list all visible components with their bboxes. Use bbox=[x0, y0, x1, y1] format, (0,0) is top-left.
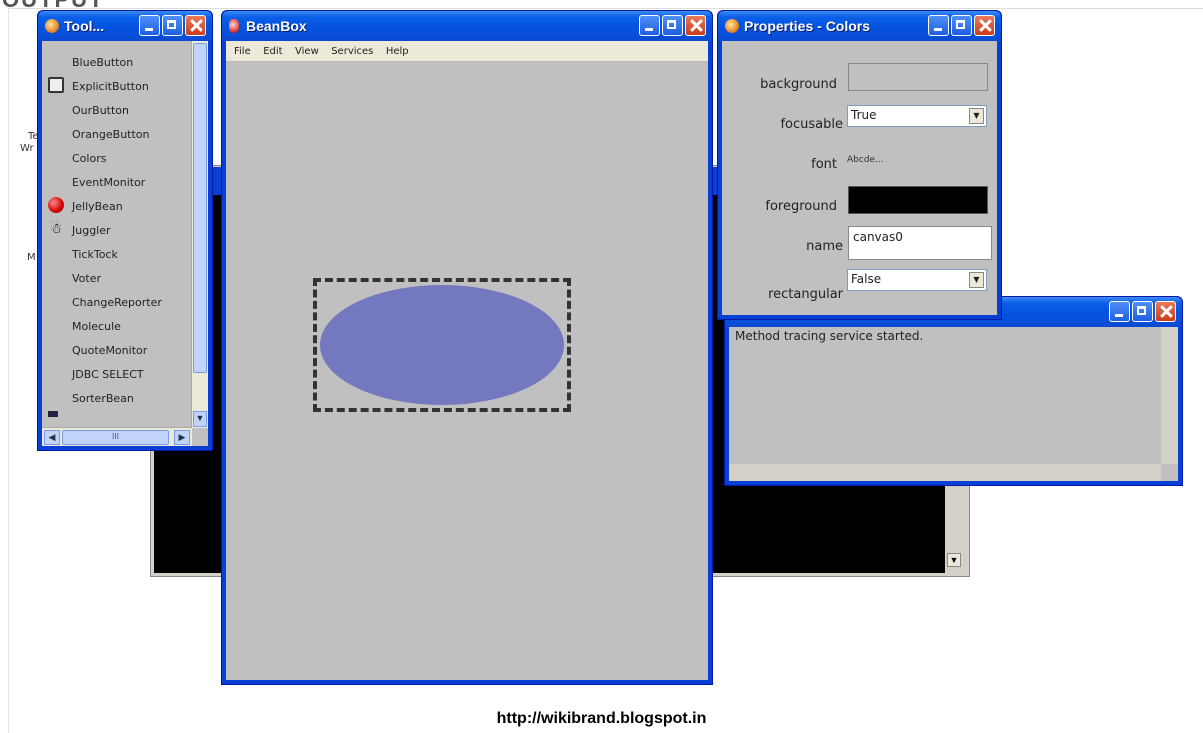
menu-bar: File Edit View Services Help bbox=[226, 41, 708, 62]
toolbox-vertical-scrollbar[interactable]: ▼ bbox=[191, 41, 208, 428]
toolbox-item[interactable]: QuoteMonitor bbox=[72, 344, 147, 357]
properties-client: background focusable True ▼ font Abcde..… bbox=[722, 41, 997, 315]
divider bbox=[8, 8, 9, 733]
tracer-client: Method tracing service started. bbox=[729, 327, 1178, 481]
window-title: BeanBox bbox=[246, 18, 307, 34]
toolbox-item[interactable]: BlueButton bbox=[72, 56, 133, 69]
trace-text-area[interactable]: Method tracing service started. bbox=[729, 327, 1178, 481]
juggler-icon: ☃ bbox=[49, 220, 63, 236]
java-cup-icon bbox=[725, 19, 739, 33]
window-title: Tool... bbox=[64, 18, 105, 34]
toolbox-client: BlueButton ExplicitButton OurButton Oran… bbox=[42, 41, 208, 446]
property-label: foreground bbox=[765, 199, 837, 214]
minimize-button[interactable] bbox=[639, 15, 660, 36]
toolbox-item[interactable]: Molecule bbox=[72, 320, 121, 333]
bean-icon bbox=[229, 19, 239, 33]
menu-file[interactable]: File bbox=[234, 42, 251, 62]
property-label: font bbox=[811, 157, 837, 172]
minimize-button[interactable] bbox=[1109, 301, 1130, 322]
property-label: focusable bbox=[780, 117, 843, 132]
footer-url[interactable]: http://wikibrand.blogspot.in bbox=[0, 710, 1203, 728]
close-button[interactable] bbox=[185, 15, 206, 36]
method-tracer-window: Method tracing service started. bbox=[724, 296, 1183, 486]
rectangular-dropdown[interactable]: False ▼ bbox=[847, 269, 987, 291]
colors-bean-oval[interactable] bbox=[320, 285, 564, 405]
bg-text-fragment: M bbox=[27, 252, 36, 263]
foreground-color-swatch[interactable] bbox=[848, 186, 988, 214]
background-color-swatch[interactable] bbox=[848, 63, 988, 91]
scroll-down-arrow-icon[interactable]: ▼ bbox=[193, 411, 207, 427]
focusable-dropdown[interactable]: True ▼ bbox=[847, 105, 987, 127]
toolbox-titlebar[interactable]: Tool... bbox=[38, 11, 212, 41]
beanbox-client: File Edit View Services Help bbox=[226, 41, 708, 680]
maximize-button[interactable] bbox=[662, 15, 683, 36]
toolbox-item[interactable]: Juggler bbox=[72, 224, 111, 237]
toolbox-horizontal-scrollbar[interactable]: ◀ III ▶ bbox=[42, 427, 192, 446]
name-text-field[interactable]: canvas0 bbox=[848, 226, 992, 260]
jellybean-icon bbox=[48, 197, 64, 213]
toolbox-item[interactable]: SorterBean bbox=[72, 392, 134, 405]
trace-horizontal-scrollbar[interactable] bbox=[729, 464, 1161, 481]
minimize-button[interactable] bbox=[928, 15, 949, 36]
menu-edit[interactable]: Edit bbox=[263, 42, 282, 62]
toolbox-item[interactable]: TickTock bbox=[72, 248, 118, 261]
toolbox-item[interactable]: ChangeReporter bbox=[72, 296, 162, 309]
toolbox-item[interactable]: Voter bbox=[72, 272, 101, 285]
toolbox-item[interactable]: OurButton bbox=[72, 104, 129, 117]
font-value[interactable]: Abcde... bbox=[847, 155, 884, 165]
close-button[interactable] bbox=[974, 15, 995, 36]
scroll-down-arrow-icon[interactable]: ▼ bbox=[947, 553, 961, 567]
explicit-button-icon bbox=[48, 77, 64, 93]
dropdown-arrow-icon[interactable]: ▼ bbox=[969, 272, 984, 288]
trace-vertical-scrollbar[interactable] bbox=[1161, 327, 1178, 464]
beanbox-window: BeanBox File Edit View Services Help bbox=[221, 10, 713, 685]
dropdown-value: True bbox=[851, 108, 877, 122]
dropdown-arrow-icon[interactable]: ▼ bbox=[969, 108, 984, 124]
toolbox-list: BlueButton ExplicitButton OurButton Oran… bbox=[42, 41, 192, 428]
property-label: rectangular bbox=[768, 287, 843, 302]
beanbox-titlebar[interactable]: BeanBox bbox=[222, 11, 712, 41]
menu-view[interactable]: View bbox=[295, 42, 319, 62]
menu-services[interactable]: Services bbox=[331, 42, 373, 62]
scroll-thumb[interactable] bbox=[193, 43, 207, 373]
scroll-thumb[interactable]: III bbox=[62, 430, 169, 445]
bean-icon bbox=[48, 411, 58, 417]
divider bbox=[8, 8, 1203, 9]
toolbox-window: Tool... BlueButton ExplicitButton OurBut… bbox=[37, 10, 213, 451]
toolbox-item[interactable]: Colors bbox=[72, 152, 106, 165]
toolbox-item[interactable]: ExplicitButton bbox=[72, 80, 149, 93]
menu-help[interactable]: Help bbox=[386, 42, 409, 62]
properties-window: Properties - Colors background focusable… bbox=[717, 10, 1002, 320]
close-button[interactable] bbox=[685, 15, 706, 36]
maximize-button[interactable] bbox=[1132, 301, 1153, 322]
toolbox-item[interactable]: JDBC SELECT bbox=[72, 368, 144, 381]
thumb-grip: III bbox=[111, 432, 120, 441]
maximize-button[interactable] bbox=[162, 15, 183, 36]
window-title: Properties - Colors bbox=[744, 18, 871, 34]
close-button[interactable] bbox=[1155, 301, 1176, 322]
scroll-left-arrow-icon[interactable]: ◀ bbox=[44, 430, 60, 445]
minimize-button[interactable] bbox=[139, 15, 160, 36]
property-label: name bbox=[806, 239, 843, 254]
maximize-button[interactable] bbox=[951, 15, 972, 36]
trace-message: Method tracing service started. bbox=[735, 329, 924, 343]
scroll-right-arrow-icon[interactable]: ▶ bbox=[174, 430, 190, 445]
toolbox-item[interactable]: OrangeButton bbox=[72, 128, 150, 141]
toolbox-item[interactable]: EventMonitor bbox=[72, 176, 145, 189]
property-label: background bbox=[760, 77, 837, 92]
properties-titlebar[interactable]: Properties - Colors bbox=[718, 11, 1001, 41]
java-cup-icon bbox=[45, 19, 59, 33]
selected-bean-hatched-border[interactable] bbox=[313, 278, 571, 412]
toolbox-item[interactable]: JellyBean bbox=[72, 200, 123, 213]
bg-text-fragment: Wr bbox=[20, 143, 34, 154]
dropdown-value: False bbox=[851, 272, 882, 286]
